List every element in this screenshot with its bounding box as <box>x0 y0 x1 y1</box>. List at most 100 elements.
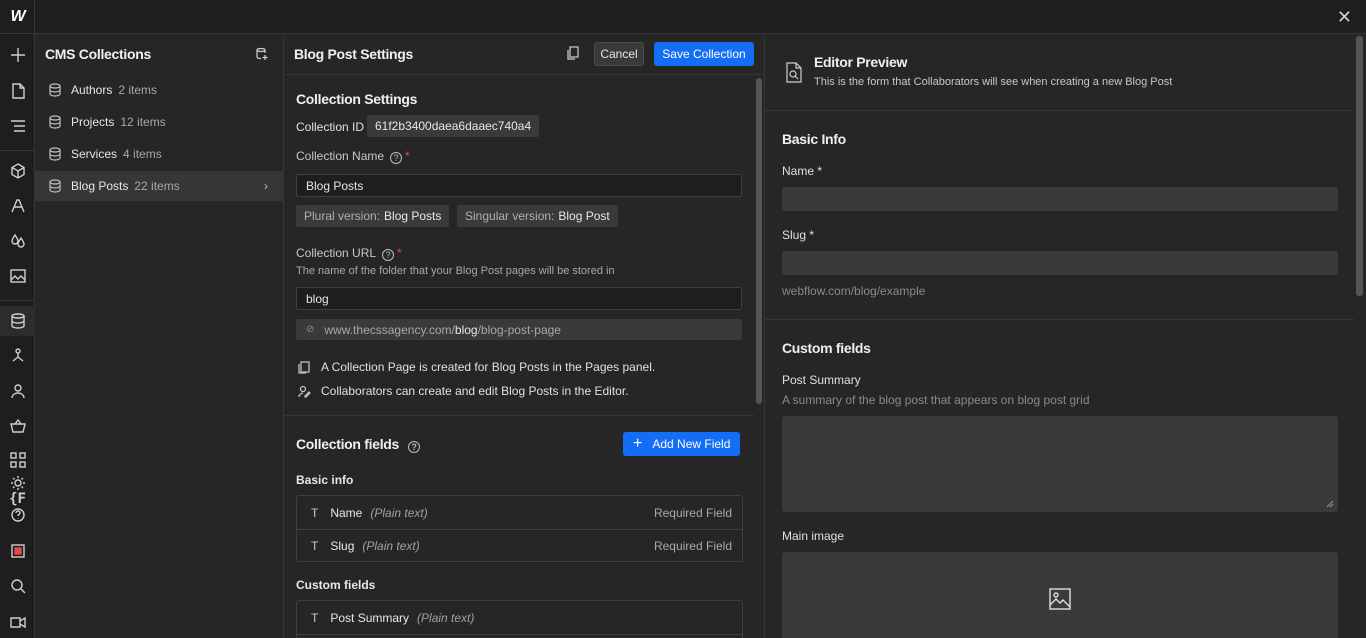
add-new-field-button[interactable]: + Add New Field <box>623 432 741 456</box>
collection-id-value: 61f2b3400daea6daaec740a4 <box>367 115 540 137</box>
custom-fields-title: Custom fields <box>296 578 376 592</box>
collection-url-preview: ⊘ www.thecssagency.com/blog/blog-post-pa… <box>296 319 742 340</box>
image-icon <box>1049 588 1071 610</box>
singular-version-chip[interactable]: Singular version: Blog Post <box>457 205 618 227</box>
page-icon <box>298 360 310 374</box>
preview-custom-fields-title: Custom fields <box>782 340 871 356</box>
collection-name: Projects <box>71 115 115 129</box>
collection-url-help: The name of the folder that your Blog Po… <box>296 265 615 277</box>
collection-item-projects[interactable]: Projects 12 items <box>35 107 284 137</box>
collection-id-label: Collection ID <box>296 120 365 134</box>
required-marker: * <box>397 246 402 260</box>
field-row-name[interactable]: T Name (Plain text) Required Field <box>297 496 742 529</box>
navigator-icon[interactable] <box>0 111 35 141</box>
collections-title: CMS Collections <box>45 46 151 62</box>
preview-slug-input[interactable] <box>782 251 1338 275</box>
collection-name-input[interactable]: Blog Posts <box>296 174 742 197</box>
collection-settings-title: Collection Settings <box>296 91 418 107</box>
users-icon[interactable] <box>0 376 35 406</box>
close-icon[interactable]: ✕ <box>1337 7 1352 28</box>
link-icon: ⊘ <box>306 324 315 335</box>
preview-name-label: Name * <box>782 164 823 178</box>
webflow-logo[interactable]: W <box>0 0 35 34</box>
duplicate-icon[interactable] <box>566 46 580 60</box>
preview-title: Editor Preview <box>814 54 908 70</box>
collection-count: 4 items <box>123 147 162 161</box>
help-icon: ? <box>408 441 421 453</box>
cms-icon[interactable] <box>0 306 35 336</box>
collection-count: 12 items <box>120 115 166 129</box>
collection-item-authors[interactable]: Authors 2 items <box>35 75 284 105</box>
video-icon[interactable] <box>0 607 35 637</box>
help-icon: ? <box>390 152 403 164</box>
collection-count: 2 items <box>118 83 158 97</box>
collaborators-info: Collaborators can create and edit Blog P… <box>298 384 629 398</box>
preview-basic-info-title: Basic Info <box>782 131 846 147</box>
basic-fields-list: T Name (Plain text) Required Field T Slu… <box>296 495 743 562</box>
record-icon[interactable] <box>0 536 35 566</box>
custom-fields-list: T Post Summary (Plain text) <box>296 600 743 638</box>
preview-name-input[interactable] <box>782 187 1338 211</box>
settings-header: Blog Post Settings Cancel Save Collectio… <box>284 34 764 75</box>
components-icon[interactable] <box>0 156 35 186</box>
text-type-icon: T <box>311 538 319 553</box>
required-marker: * <box>405 149 410 163</box>
collection-url-label: Collection URL? * <box>296 246 402 261</box>
preview-search-icon <box>786 62 802 83</box>
preview-post-summary-textarea[interactable] <box>782 416 1338 512</box>
user-edit-icon <box>298 385 311 398</box>
database-icon <box>49 115 61 129</box>
plural-version-chip[interactable]: Plural version: Blog Posts <box>296 205 450 227</box>
collection-page-info: A Collection Page is created for Blog Po… <box>298 360 655 374</box>
text-type-icon: T <box>311 610 319 625</box>
field-row-slug[interactable]: T Slug (Plain text) Required Field <box>297 529 742 562</box>
help-icon: ? <box>382 249 395 261</box>
field-row-post-summary[interactable]: T Post Summary (Plain text) <box>297 601 742 634</box>
logic-icon[interactable] <box>0 341 35 371</box>
add-icon[interactable] <box>0 40 35 70</box>
resize-handle-icon <box>1326 500 1334 508</box>
settings-scrollbar[interactable] <box>756 78 762 404</box>
save-collection-button[interactable]: Save Collection <box>654 42 754 66</box>
collection-name: Blog Posts <box>71 179 129 193</box>
ecommerce-icon[interactable] <box>0 411 35 441</box>
new-collection-icon[interactable] <box>255 47 269 61</box>
cancel-button[interactable]: Cancel <box>594 42 644 66</box>
required-field-badge: Required Field <box>653 538 732 553</box>
plus-icon: + <box>633 435 643 452</box>
editor-preview-panel: Editor Preview This is the form that Col… <box>765 34 1366 638</box>
settings-title: Blog Post Settings <box>294 46 414 62</box>
collection-item-services[interactable]: Services 4 items <box>35 139 284 169</box>
preview-main-image-label: Main image <box>782 529 845 543</box>
preview-scrollbar[interactable] <box>1356 36 1363 296</box>
pages-icon[interactable] <box>0 76 35 106</box>
preview-slug-hint: webflow.com/blog/example <box>782 284 926 298</box>
help-icon[interactable] <box>0 500 35 530</box>
basic-info-title: Basic info <box>296 473 354 487</box>
collection-item-blog-posts[interactable]: Blog Posts 22 items › <box>35 171 284 201</box>
collection-fields-title: Collection fields? <box>296 436 421 453</box>
database-icon <box>49 83 61 97</box>
collection-name: Authors <box>71 83 113 97</box>
collection-count: 22 items <box>134 179 180 193</box>
cms-collections-panel: CMS Collections Authors 2 items Projects… <box>35 34 284 638</box>
blog-post-settings-panel: Blog Post Settings Cancel Save Collectio… <box>284 34 765 638</box>
assets-icon[interactable] <box>0 261 35 291</box>
database-icon <box>49 147 61 161</box>
text-type-icon: T <box>311 505 319 520</box>
chevron-right-icon: › <box>264 179 268 193</box>
left-rail: {F <box>0 34 35 638</box>
required-field-badge: Required Field <box>653 505 732 520</box>
preview-main-image-upload[interactable] <box>782 552 1338 638</box>
collection-url-input[interactable]: blog <box>296 287 742 310</box>
preview-subtitle: This is the form that Collaborators will… <box>814 76 1173 88</box>
collection-name: Services <box>71 147 118 161</box>
database-icon <box>49 179 61 193</box>
preview-post-summary-help: A summary of the blog post that appears … <box>782 393 1090 407</box>
variables-icon[interactable] <box>0 191 35 221</box>
styles-icon[interactable] <box>0 226 35 256</box>
preview-post-summary-label: Post Summary <box>782 373 861 387</box>
preview-slug-label: Slug * <box>782 228 815 242</box>
search-icon[interactable] <box>0 571 35 601</box>
collection-name-label: Collection Name? * <box>296 149 410 164</box>
